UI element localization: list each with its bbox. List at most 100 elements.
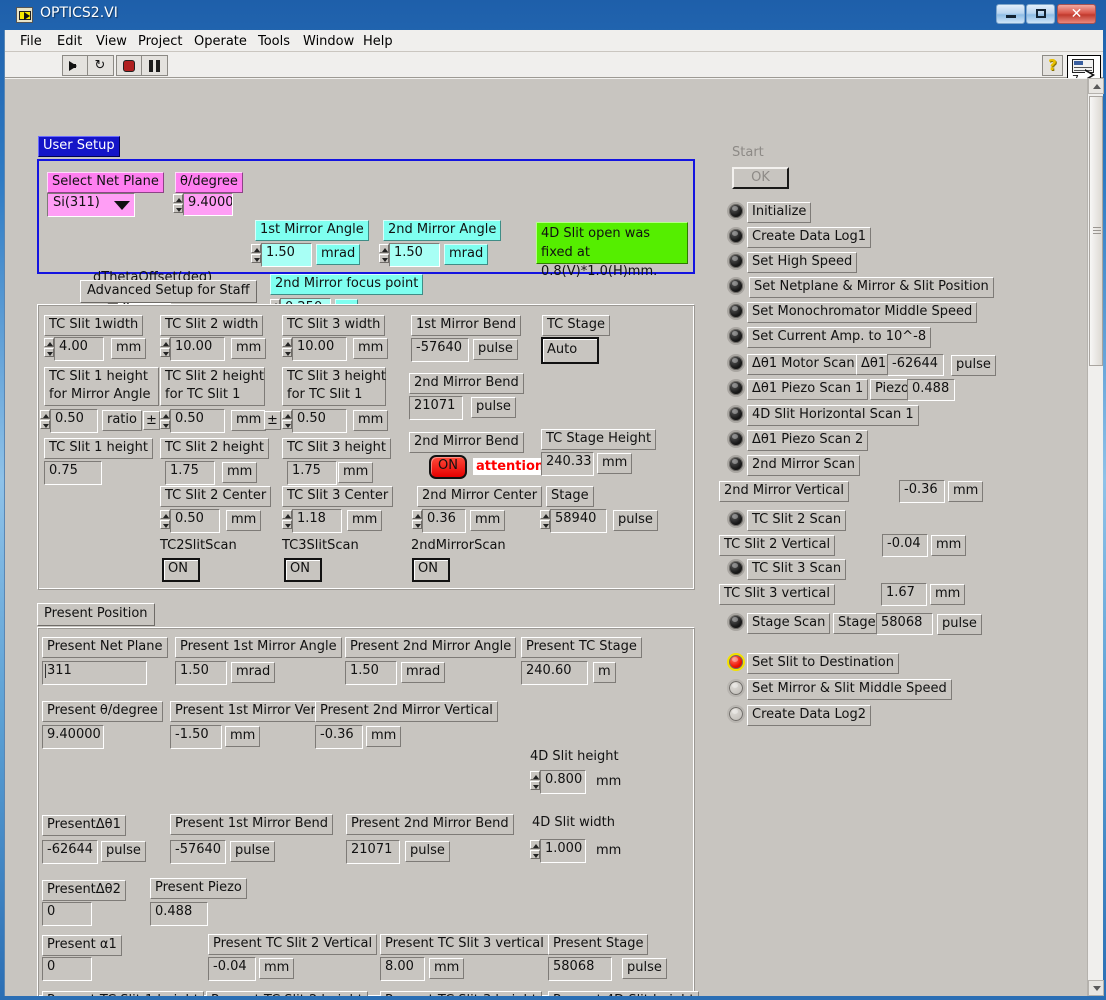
tc-slit2-center-input[interactable]: 0.50: [170, 509, 220, 533]
tc-slit3-center-input[interactable]: 1.18: [292, 509, 342, 533]
second-mirror-center-input[interactable]: 0.36: [422, 509, 466, 533]
step-set-current-amp[interactable]: Set Current Amp. to 10^-8: [747, 327, 932, 348]
led-initialize[interactable]: [727, 202, 745, 220]
menu-operate[interactable]: Operate: [187, 33, 254, 50]
tc-slit2-center-stepper[interactable]: [160, 510, 170, 529]
minimize-button[interactable]: [996, 4, 1025, 24]
run-arrow-icon[interactable]: [63, 56, 88, 75]
led-tc-slit-3-scan[interactable]: [727, 559, 745, 577]
close-button[interactable]: ✕: [1057, 4, 1096, 24]
step-set-mirror-slit-middle-speed[interactable]: Set Mirror & Slit Middle Speed: [747, 679, 952, 700]
vertical-scrollbar[interactable]: [1087, 78, 1104, 996]
second-mirror-bend-toggle[interactable]: ON: [429, 455, 467, 479]
step-create-data-log1[interactable]: Create Data Log1: [747, 227, 871, 248]
second-mirror-angle-input[interactable]: 1.50: [389, 243, 440, 267]
slit4d-width-input[interactable]: 1.000: [540, 839, 586, 863]
led-dtheta1-piezo-scan-1[interactable]: [727, 379, 745, 397]
tc-slit1-width-input[interactable]: 4.00: [54, 337, 104, 361]
menu-file[interactable]: File: [13, 33, 49, 50]
tc-slit3-height-for-slit1-input[interactable]: 0.50: [292, 409, 347, 433]
tab-user-setup[interactable]: User Setup: [38, 136, 120, 157]
led-stage-scan[interactable]: [727, 613, 745, 631]
led-set-netplane-mirror-slit[interactable]: [727, 277, 745, 295]
step-set-slit-to-destination[interactable]: Set Slit to Destination: [747, 653, 899, 674]
stage-label: Stage: [546, 486, 594, 507]
maximize-button[interactable]: [1026, 4, 1055, 24]
step-dtheta1-piezo-scan-1[interactable]: Δθ1 Piezo Scan 1: [747, 379, 869, 400]
led-set-monochromator-middle-speed[interactable]: [727, 302, 745, 320]
menu-window[interactable]: Window: [296, 33, 361, 50]
second-mirror-center-stepper[interactable]: [412, 510, 422, 529]
first-mirror-angle-input[interactable]: 1.50: [261, 243, 312, 267]
led-create-data-log1[interactable]: [727, 227, 745, 245]
led-dtheta1-piezo-scan-2[interactable]: [727, 430, 745, 448]
step-tc-slit-2-scan[interactable]: TC Slit 2 Scan: [747, 510, 847, 531]
tc3-slit-scan-toggle[interactable]: ON: [284, 558, 322, 582]
context-help-icon[interactable]: ?: [1042, 55, 1063, 76]
tc-slit2-height-for-slit1-stepper[interactable]: [160, 410, 170, 429]
present-2nd-mirror-bend-unit: pulse: [405, 841, 450, 862]
menu-project[interactable]: Project: [131, 33, 189, 50]
tc-stage-height-value: 240.33: [541, 452, 594, 476]
led-create-data-log2[interactable]: [727, 705, 745, 723]
scrollbar-thumb[interactable]: [1089, 96, 1103, 366]
step-set-monochromator-middle-speed[interactable]: Set Monochromator Middle Speed: [747, 302, 978, 323]
led-2nd-mirror-scan[interactable]: [727, 455, 745, 473]
tc-slit3-height-for-slit1-stepper[interactable]: [282, 410, 292, 429]
second-mirror-scan-toggle[interactable]: ON: [412, 558, 450, 582]
slit4d-height-input[interactable]: 0.800: [540, 770, 586, 794]
step-initialize[interactable]: Initialize: [747, 202, 812, 223]
step-tc-slit-3-scan[interactable]: TC Slit 3 Scan: [747, 559, 847, 580]
tc-slit3-center-stepper[interactable]: [282, 510, 292, 529]
tc-slit1-height-ratio-input[interactable]: 0.50: [50, 409, 98, 433]
first-mirror-angle-stepper[interactable]: [251, 244, 261, 263]
menu-help[interactable]: Help: [356, 33, 400, 50]
led-4d-slit-horizontal-scan-1[interactable]: [727, 405, 745, 423]
tc-slit2-height-for-slit1-input[interactable]: 0.50: [170, 409, 225, 433]
step-set-high-speed[interactable]: Set High Speed: [747, 252, 858, 273]
stage-input[interactable]: 58940: [550, 509, 607, 533]
tc-slit1-width-stepper[interactable]: [44, 338, 54, 357]
stage-stepper[interactable]: [540, 510, 550, 529]
step-2nd-mirror-scan[interactable]: 2nd Mirror Scan: [747, 455, 860, 476]
tc-slit3-width-input[interactable]: 10.00: [292, 337, 347, 361]
tab-advanced-setup[interactable]: Advanced Setup for Staff: [80, 280, 257, 303]
menu-edit[interactable]: Edit: [50, 33, 89, 50]
scroll-up-arrow[interactable]: [1088, 78, 1104, 94]
run-continuously-icon[interactable]: ↻: [88, 56, 113, 75]
menu-tools[interactable]: Tools: [251, 33, 297, 50]
menu-view[interactable]: View: [89, 33, 134, 50]
step-stage-scan[interactable]: Stage Scan: [747, 613, 831, 634]
select-net-plane-label: Select Net Plane: [47, 172, 164, 193]
tc-slit2-width-stepper[interactable]: [160, 338, 170, 357]
ok-button[interactable]: OK: [732, 167, 789, 189]
present-1st-mirror-angle-value: 1.50: [175, 661, 227, 685]
tc-slit1-height-ratio-stepper[interactable]: [40, 410, 50, 429]
step-set-netplane-mirror-slit[interactable]: Set Netplane & Mirror & Slit Position: [749, 277, 994, 298]
tc2-slit-scan-toggle[interactable]: ON: [162, 558, 200, 582]
led-tc-slit-2-scan[interactable]: [727, 510, 745, 528]
second-mirror-angle-stepper[interactable]: [379, 244, 389, 263]
step-dtheta1-piezo-scan-2[interactable]: Δθ1 Piezo Scan 2: [747, 430, 869, 451]
led-set-high-speed[interactable]: [727, 252, 745, 270]
led-dtheta1-motor-scan[interactable]: [727, 354, 745, 372]
led-set-current-amp[interactable]: [727, 327, 745, 345]
tc-slit3-width-stepper[interactable]: [282, 338, 292, 357]
tc-slit2-width-input[interactable]: 10.00: [170, 337, 225, 361]
slit4d-height-stepper[interactable]: [530, 771, 540, 790]
step-create-data-log2[interactable]: Create Data Log2: [747, 705, 871, 726]
slit4d-width-stepper[interactable]: [530, 840, 540, 859]
theta-degree-stepper[interactable]: [173, 194, 183, 213]
pause-icon[interactable]: [142, 56, 167, 75]
step-dtheta1-motor-scan[interactable]: Δθ1 Motor Scan: [747, 354, 860, 375]
step-4d-slit-horizontal-scan-1[interactable]: 4D Slit Horizontal Scan 1: [747, 405, 919, 426]
tc-slit2-height-label: TC Slit 2 height: [160, 438, 269, 459]
led-set-mirror-slit-middle-speed[interactable]: [727, 679, 745, 697]
theta-degree-input[interactable]: 9.4000: [183, 193, 233, 216]
select-net-plane-combo[interactable]: Si(311): [47, 193, 135, 217]
tab-present-position[interactable]: Present Position: [37, 603, 155, 626]
led-set-slit-to-destination[interactable]: [727, 653, 745, 671]
scroll-down-arrow[interactable]: [1088, 980, 1104, 996]
abort-execution-icon[interactable]: [117, 56, 142, 75]
tc-stage-toggle[interactable]: Auto: [541, 337, 599, 364]
